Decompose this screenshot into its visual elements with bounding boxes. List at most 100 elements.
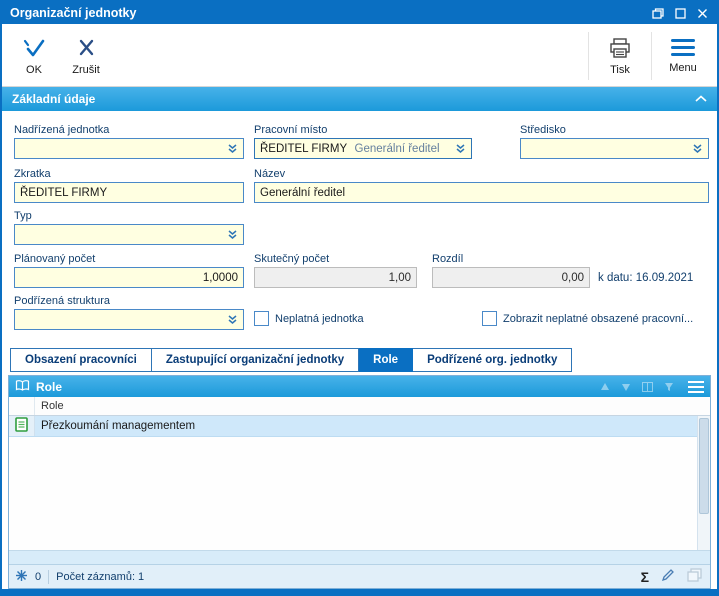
as-of-date-text: k datu: 16.09.2021 [598,272,694,284]
difference-readonly: 0,00 [432,267,590,288]
window-title: Organizační jednotky [10,6,137,20]
menu-button-label: Menu [669,62,697,74]
planned-count-label: Plánovaný počet [14,253,96,265]
grid-rows-area: Přezkoumání managementem [9,416,710,550]
abbreviation-input[interactable]: ŘEDITEL FIRMY [14,182,244,203]
checkbox-box[interactable] [254,311,269,326]
tab-obsazeni-pracovnici[interactable]: Obsazení pracovníci [10,348,152,372]
planned-count-input[interactable]: 1,0000 [14,267,244,288]
abbreviation-value: ŘEDITEL FIRMY [20,186,108,199]
open-book-icon [15,379,30,395]
tab-podrizene-org-jednotky[interactable]: Podřízené org. jednotky [413,348,573,372]
chevron-down-icon[interactable] [223,143,238,154]
record-count-text: Počet záznamů: 1 [56,570,145,583]
difference-label: Rozdíl [432,253,464,265]
snowflake-icon[interactable] [15,569,28,585]
hamburger-icon [671,38,695,60]
cost-center-combo[interactable] [520,138,709,159]
detail-tabs: Obsazení pracovníci Zastupující organiza… [2,346,717,372]
invalid-unit-checkbox[interactable]: Neplatná jednotka [254,311,364,326]
actual-count-readonly: 1,00 [254,267,417,288]
organizational-units-window: Organizační jednotky OK Zrušit Tisk Menu… [0,0,719,596]
checkbox-box[interactable] [482,311,497,326]
columns-icon[interactable] [642,381,653,392]
basic-data-form: Nadřízená jednotka Pracovní místo ŘEDITE… [2,111,717,346]
actual-count-label: Skutečný počet [254,253,330,265]
status-separator [48,569,50,584]
show-invalid-occupied-checkbox-label: Zobrazit neplatné obsazené pracovní... [503,312,694,325]
status-bar: 0 Počet záznamů: 1 Σ [9,564,710,588]
subordinate-structure-label: Podřízená struktura [14,295,110,307]
sort-asc-icon[interactable] [600,382,610,392]
copy-records-icon[interactable] [687,568,702,585]
print-button[interactable]: Tisk [594,28,646,84]
chevron-down-icon[interactable] [688,143,703,154]
name-input[interactable]: Generální ředitel [254,182,709,203]
scrollbar-thumb[interactable] [699,418,709,515]
menu-button[interactable]: Menu [657,28,709,84]
job-position-combo[interactable]: ŘEDITEL FIRMY Generální ředitel [254,138,472,159]
icon-column-header [9,397,35,415]
toolbar: OK Zrušit Tisk Menu [2,24,717,87]
ok-button-label: OK [26,63,42,76]
vertical-scrollbar[interactable] [697,416,710,550]
title-bar: Organizační jednotky [2,2,717,24]
type-label: Typ [14,210,32,222]
role-grid-panel: Role Role Přezkoumání managementem 0 Poč… [8,375,711,589]
restore-icon[interactable] [647,4,669,22]
table-row[interactable]: Přezkoumání managementem [9,416,710,437]
section-header-basic-data[interactable]: Základní údaje [2,87,717,111]
role-column-header[interactable]: Role [35,400,64,412]
toolbar-separator-2 [651,32,652,80]
job-position-name: Generální ředitel [354,142,440,155]
filter-icon[interactable] [664,382,674,392]
tab-label: Obsazení pracovníci [25,354,137,366]
close-icon[interactable] [691,4,713,22]
role-panel-title: Role [36,379,63,394]
cancel-button-label: Zrušit [72,63,100,76]
tab-label: Podřízené org. jednotky [427,354,558,366]
cancel-x-icon [73,37,99,62]
planned-count-value: 1,0000 [202,271,238,284]
subordinate-structure-combo[interactable] [14,309,244,330]
role-panel-header: Role [9,376,710,397]
job-position-code: ŘEDITEL FIRMY [260,142,348,155]
parent-unit-combo[interactable] [14,138,244,159]
tab-zastupujici-organizacni-jednotky[interactable]: Zastupující organizační jednotky [151,348,360,372]
sum-icon[interactable]: Σ [641,569,649,585]
chevron-down-icon[interactable] [223,229,238,240]
type-combo[interactable] [14,224,244,245]
parent-unit-label: Nadřízená jednotka [14,124,110,136]
name-value: Generální ředitel [260,186,346,199]
status-bar-right-icons: Σ [641,568,702,585]
ok-check-icon [21,37,47,62]
chevron-down-icon[interactable] [223,314,238,325]
edit-pencil-icon[interactable] [661,568,675,585]
difference-value: 0,00 [561,271,584,284]
print-button-label: Tisk [610,63,630,76]
role-cell: Přezkoumání managementem [41,420,196,432]
name-label: Název [254,168,286,180]
printer-icon [607,37,633,62]
maximize-icon[interactable] [669,4,691,22]
collapse-chevron-icon[interactable] [695,95,707,103]
record-status-cell [9,416,35,436]
section-title: Základní údaje [12,92,96,106]
tab-label: Zastupující organizační jednotky [165,354,345,366]
invalid-unit-checkbox-label: Neplatná jednotka [275,312,364,325]
show-invalid-occupied-checkbox[interactable]: Zobrazit neplatné obsazené pracovní... [482,311,693,326]
cancel-button[interactable]: Zrušit [60,28,112,84]
tab-role[interactable]: Role [359,348,414,372]
chevron-down-icon[interactable] [451,143,466,154]
ok-button[interactable]: OK [8,28,60,84]
abbreviation-label: Zkratka [14,168,51,180]
sort-desc-icon[interactable] [621,382,631,392]
green-document-icon [15,417,28,435]
toolbar-separator [588,32,589,80]
tab-label: Role [373,354,399,366]
status-left-count: 0 [35,570,42,583]
cost-center-label: Středisko [520,124,566,136]
job-position-label: Pracovní místo [254,124,328,136]
panel-menu-icon[interactable] [688,380,704,393]
